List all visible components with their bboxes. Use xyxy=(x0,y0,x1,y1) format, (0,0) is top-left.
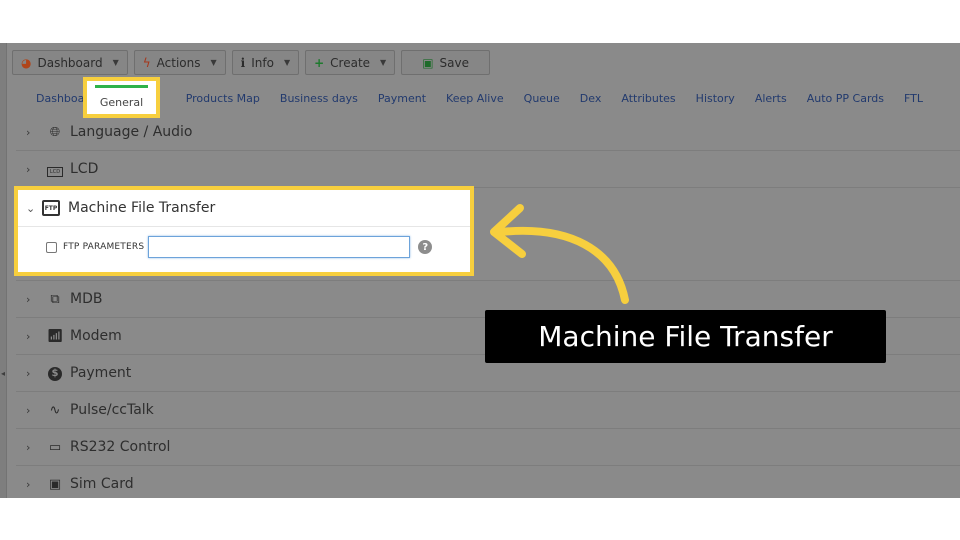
lightning-icon: ϟ xyxy=(142,55,151,70)
section-language-audio[interactable]: › 🌐︎ Language / Audio xyxy=(16,114,960,151)
section-label: Pulse/ccTalk xyxy=(70,402,154,418)
curved-arrow-icon xyxy=(490,204,629,304)
section-label: RS232 Control xyxy=(70,439,171,455)
chevron-right-icon: › xyxy=(26,162,31,176)
globe-icon: 🌐︎ xyxy=(49,124,61,140)
save-label: Save xyxy=(439,55,470,70)
chevron-down-icon: ⌄ xyxy=(26,201,36,215)
section-label: Sim Card xyxy=(70,476,134,492)
tab-general[interactable]: General xyxy=(83,77,160,118)
actions-label: Actions xyxy=(156,55,201,70)
dashboard-dropdown-button[interactable]: ◕ Dashboard ▼ xyxy=(12,50,128,75)
ftp-parameters-row: FTP PARAMETERS ? xyxy=(18,227,470,258)
toolbar: ◕ Dashboard ▼ ϟ Actions ▼ i Info ▼ + Cre… xyxy=(12,50,491,75)
section-machine-file-transfer: ⌄ FTP Machine File Transfer FTP PARAMETE… xyxy=(14,186,474,276)
chevron-right-icon: › xyxy=(26,403,31,417)
chevron-right-icon: › xyxy=(26,125,31,139)
section-label: LCD xyxy=(70,161,99,177)
caret-down-icon: ▼ xyxy=(210,58,217,67)
section-header[interactable]: ⌄ FTP Machine File Transfer xyxy=(18,190,470,227)
caret-down-icon: ▼ xyxy=(380,58,387,67)
tab-auto-pp-cards[interactable]: Auto PP Cards xyxy=(797,92,894,105)
save-button[interactable]: ▣ Save xyxy=(401,50,491,75)
create-dropdown-button[interactable]: + Create ▼ xyxy=(305,50,396,75)
ftp-parameters-label: FTP PARAMETERS xyxy=(63,242,145,252)
active-tab-indicator xyxy=(95,85,148,88)
dashboard-label: Dashboard xyxy=(37,55,103,70)
ftp-parameters-input[interactable] xyxy=(148,236,411,258)
left-collapse-bar[interactable]: ◂ xyxy=(0,43,7,498)
section-pulse-cctalk[interactable]: › ∿ Pulse/ccTalk xyxy=(16,392,960,429)
chevron-right-icon: › xyxy=(26,329,31,343)
actions-dropdown-button[interactable]: ϟ Actions ▼ xyxy=(133,50,226,75)
sim-card-icon: ▣ xyxy=(48,476,62,492)
help-icon[interactable]: ? xyxy=(418,240,433,254)
ftp-icon: FTP xyxy=(42,200,60,216)
plus-icon: + xyxy=(314,55,325,70)
tab-ftl[interactable]: FTL xyxy=(894,92,933,105)
tab-history[interactable]: History xyxy=(686,92,745,105)
section-lcd[interactable]: › LCD LCD xyxy=(16,151,960,188)
modem-icon: 📶︎ xyxy=(46,328,64,344)
tab-payment[interactable]: Payment xyxy=(368,92,436,105)
cable-icon: ▭ xyxy=(48,439,62,455)
chevron-right-icon: › xyxy=(26,440,31,454)
info-label: Info xyxy=(251,55,274,70)
callout-label: Machine File Transfer xyxy=(485,310,886,363)
section-rs232-control[interactable]: › ▭ RS232 Control xyxy=(16,429,960,466)
section-label: MDB xyxy=(70,291,103,307)
tab-attributes[interactable]: Attributes xyxy=(611,92,685,105)
network-icon: ⧉ xyxy=(50,291,60,307)
tab-keep-alive[interactable]: Keep Alive xyxy=(436,92,514,105)
caret-down-icon: ▼ xyxy=(283,58,291,67)
section-label: Payment xyxy=(70,365,132,381)
caret-down-icon: ▼ xyxy=(112,58,119,67)
section-label: Language / Audio xyxy=(70,124,193,140)
tab-business-days[interactable]: Business days xyxy=(270,92,368,105)
section-sim-card[interactable]: › ▣ Sim Card xyxy=(16,466,960,498)
tab-alerts[interactable]: Alerts xyxy=(745,92,797,105)
chevron-right-icon: › xyxy=(26,292,31,306)
collapse-handle-icon[interactable]: ◂ xyxy=(1,369,5,378)
chevron-right-icon: › xyxy=(26,366,31,380)
lcd-icon: LCD xyxy=(44,162,66,177)
tab-queue[interactable]: Queue xyxy=(514,92,570,105)
save-icon: ▣ xyxy=(422,55,434,70)
ftp-parameters-checkbox[interactable] xyxy=(46,241,57,253)
pie-chart-icon: ◕ xyxy=(21,55,32,70)
dollar-icon: $ xyxy=(44,365,66,381)
create-label: Create xyxy=(330,55,371,70)
pulse-icon: ∿ xyxy=(49,402,61,418)
info-dropdown-button[interactable]: i Info ▼ xyxy=(231,50,300,75)
chevron-right-icon: › xyxy=(26,477,31,491)
tab-dex[interactable]: Dex xyxy=(570,92,612,105)
info-icon: i xyxy=(240,55,246,70)
section-label: Machine File Transfer xyxy=(68,200,216,216)
section-label: Modem xyxy=(70,328,122,344)
tab-general-label: General xyxy=(99,96,144,109)
tab-bar: Dashboard Products Map Business days Pay… xyxy=(26,92,933,105)
tab-products-map[interactable]: Products Map xyxy=(176,92,270,105)
